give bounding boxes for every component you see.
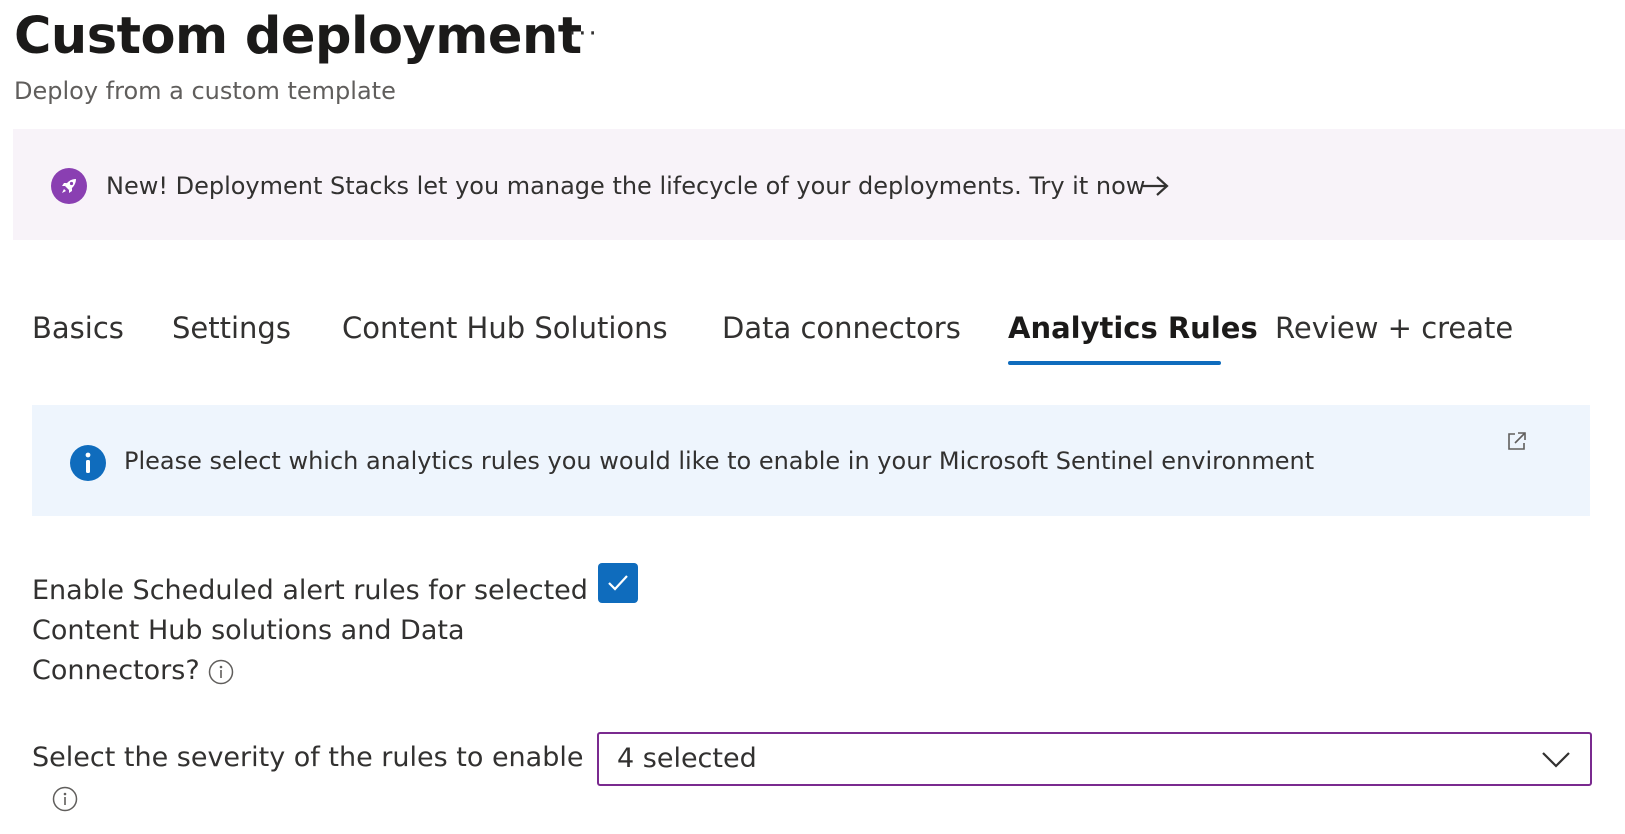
deployment-stacks-banner: New! Deployment Stacks let you manage th… xyxy=(13,129,1625,240)
info-icon xyxy=(70,445,106,481)
info-message-text: Please select which analytics rules you … xyxy=(124,447,1315,475)
enable-scheduled-rules-label: Enable Scheduled alert rules for selecte… xyxy=(32,571,592,691)
tab-data-connectors[interactable]: Data connectors xyxy=(722,308,961,348)
info-circle-icon[interactable] xyxy=(52,786,78,812)
active-tab-indicator xyxy=(1008,361,1221,365)
checkmark-icon xyxy=(608,575,628,591)
external-link-icon[interactable] xyxy=(1506,430,1528,452)
info-circle-icon[interactable] xyxy=(208,659,234,685)
more-options-button[interactable]: ··· xyxy=(568,20,599,48)
deployment-stacks-link[interactable]: New! Deployment Stacks let you manage th… xyxy=(106,168,1145,204)
custom-deployment-page: Custom deployment ··· Deploy from a cust… xyxy=(0,0,1625,834)
severity-dropdown-value: 4 selected xyxy=(617,743,757,774)
tab-basics[interactable]: Basics xyxy=(32,308,124,348)
severity-label: Select the severity of the rules to enab… xyxy=(32,742,584,773)
enable-scheduled-rules-label-text: Enable Scheduled alert rules for selecte… xyxy=(32,575,588,686)
tab-review-create[interactable]: Review + create xyxy=(1275,308,1513,348)
tab-settings[interactable]: Settings xyxy=(172,308,291,348)
page-title: Custom deployment xyxy=(14,7,582,66)
page-subtitle: Deploy from a custom template xyxy=(14,77,396,105)
severity-dropdown[interactable]: 4 selected xyxy=(597,732,1592,786)
tab-analytics-rules[interactable]: Analytics Rules xyxy=(1008,308,1258,348)
rocket-icon xyxy=(51,168,87,204)
tab-content-hub-solutions[interactable]: Content Hub Solutions xyxy=(342,308,668,348)
wizard-tabs: Basics Settings Content Hub Solutions Da… xyxy=(0,300,1625,370)
info-message-bar: Please select which analytics rules you … xyxy=(32,405,1590,516)
arrow-right-icon[interactable] xyxy=(1139,172,1171,200)
chevron-down-icon xyxy=(1542,752,1570,768)
enable-scheduled-rules-checkbox[interactable] xyxy=(598,563,638,603)
